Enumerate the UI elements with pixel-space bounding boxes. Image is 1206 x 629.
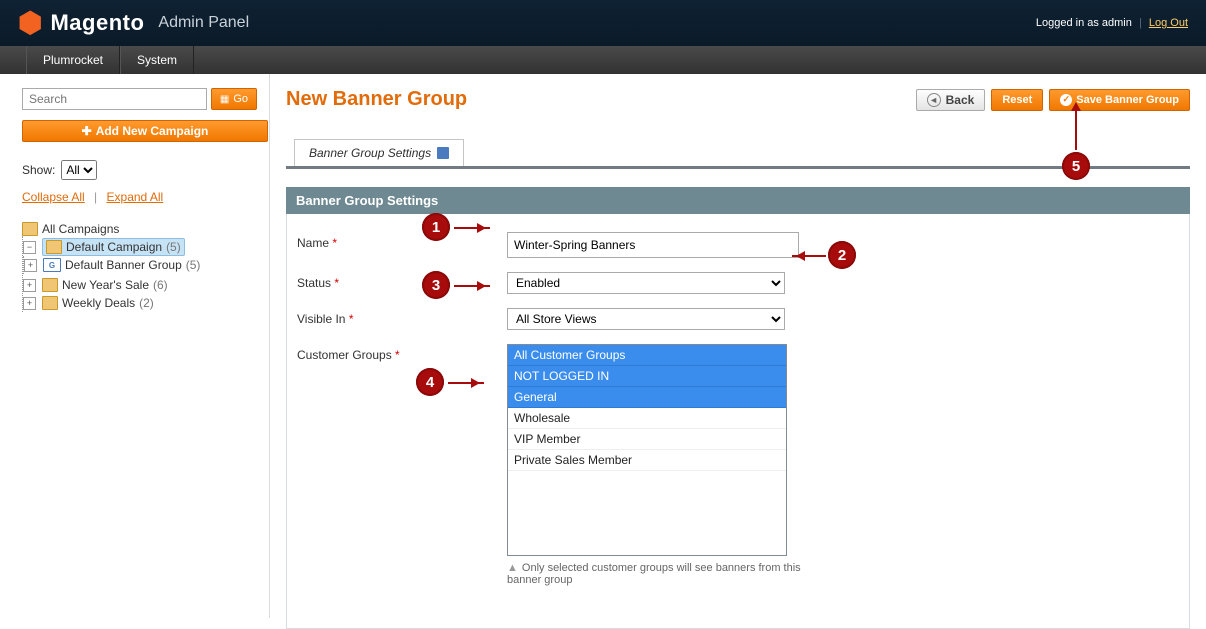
group-option[interactable]: VIP Member (508, 429, 786, 450)
magento-icon: ⬢ (18, 9, 42, 37)
add-campaign-button[interactable]: ✚ Add New Campaign (22, 120, 268, 142)
tabs: Banner Group Settings (286, 139, 1190, 169)
tree-item-default-campaign[interactable]: − Default Campaign (5) (23, 238, 257, 256)
annotation-arrow-1 (454, 227, 490, 229)
collapse-toggle-icon[interactable]: − (23, 241, 36, 254)
sidebar: ▦ Go ✚ Add New Campaign Show: All Collap… (0, 74, 270, 618)
tree-item-label: Default Campaign (66, 240, 162, 254)
expand-toggle-icon[interactable]: + (23, 279, 36, 292)
tree-item-count: (5) (186, 258, 201, 272)
show-label: Show: (22, 163, 55, 177)
tree-item-new-years-sale[interactable]: + New Year's Sale (6) (23, 278, 257, 292)
annotation-badge-4: 4 (416, 368, 444, 396)
go-label: Go (233, 93, 248, 105)
triangle-icon: ▲ (507, 562, 518, 574)
name-input[interactable] (507, 232, 799, 258)
annotation-arrow-2 (792, 255, 826, 257)
tree-item-label: New Year's Sale (62, 278, 149, 292)
visible-in-label: Visible In * (297, 308, 507, 330)
folder-icon (22, 222, 38, 236)
plus-icon: ✚ (82, 124, 92, 138)
separator: | (1139, 17, 1142, 29)
back-label: Back (946, 93, 975, 107)
group-option[interactable]: All Customer Groups (508, 345, 786, 366)
folder-icon (42, 296, 58, 310)
group-option[interactable]: Wholesale (508, 408, 786, 429)
tree-root[interactable]: All Campaigns (22, 222, 257, 236)
name-label: Name * (297, 232, 507, 258)
add-campaign-label: Add New Campaign (96, 124, 209, 138)
show-select[interactable]: All (61, 160, 97, 180)
tab-banner-group-settings[interactable]: Banner Group Settings (294, 139, 464, 166)
annotation-badge-2: 2 (828, 241, 856, 269)
status-select[interactable]: Enabled (507, 272, 785, 294)
tree-item-weekly-deals[interactable]: + Weekly Deals (2) (23, 296, 257, 310)
tab-label: Banner Group Settings (309, 146, 431, 160)
campaign-tree: All Campaigns − Default Campaign (5) (22, 220, 257, 314)
nav-item-plumrocket[interactable]: Plumrocket (26, 46, 120, 74)
visible-in-select[interactable]: All Store Views (507, 308, 785, 330)
annotation-arrow-3 (454, 285, 490, 287)
save-label: Save Banner Group (1076, 94, 1179, 106)
annotation-badge-1: 1 (422, 213, 450, 241)
collapse-all-link[interactable]: Collapse All (22, 190, 85, 204)
expand-toggle-icon[interactable]: + (24, 259, 37, 272)
section-body: Name * Status * Enabled Visible In * All… (286, 214, 1190, 629)
go-button[interactable]: ▦ Go (211, 88, 257, 110)
group-icon: G (43, 258, 61, 272)
tree-item-count: (6) (153, 278, 168, 292)
annotation-arrow-5 (1075, 106, 1077, 150)
main-content: New Banner Group ◄ Back Reset ✓ Save Ban… (270, 74, 1206, 618)
expand-all-link[interactable]: Expand All (107, 190, 164, 204)
folder-icon (46, 240, 62, 254)
brand-name: Magento (50, 10, 144, 36)
reset-button[interactable]: Reset (991, 89, 1043, 111)
tree-item-default-banner-group[interactable]: + G Default Banner Group (5) (24, 258, 257, 272)
status-label: Status * (297, 272, 507, 294)
nav-item-system[interactable]: System (120, 46, 194, 74)
admin-header: ⬢ Magento Admin Panel Logged in as admin… (0, 0, 1206, 46)
tree-item-count: (5) (166, 240, 181, 254)
annotation-badge-5: 5 (1062, 152, 1090, 180)
customer-groups-hint: ▲Only selected customer groups will see … (507, 562, 807, 586)
group-option[interactable]: NOT LOGGED IN (508, 366, 786, 387)
main-nav: Plumrocket System (0, 46, 1206, 74)
separator: | (94, 190, 97, 204)
brand-sub: Admin Panel (158, 14, 249, 32)
logged-in-text: Logged in as admin (1036, 17, 1132, 29)
header-right: Logged in as admin | Log Out (1036, 17, 1188, 29)
calendar-icon: ▦ (220, 94, 229, 105)
page-title: New Banner Group (286, 88, 467, 111)
folder-icon (42, 278, 58, 292)
logo: ⬢ Magento Admin Panel (18, 9, 249, 37)
search-input[interactable] (22, 88, 207, 110)
group-option[interactable]: Private Sales Member (508, 450, 786, 471)
annotation-badge-3: 3 (422, 271, 450, 299)
expand-toggle-icon[interactable]: + (23, 297, 36, 310)
tree-item-count: (2) (139, 296, 154, 310)
back-icon: ◄ (927, 93, 941, 107)
customer-groups-multiselect[interactable]: All Customer Groups NOT LOGGED IN Genera… (507, 344, 787, 556)
disk-icon (437, 147, 449, 159)
back-button[interactable]: ◄ Back (916, 89, 986, 111)
annotation-arrow-4 (448, 382, 484, 384)
tree-item-label: Default Banner Group (65, 258, 182, 272)
section-heading: Banner Group Settings (286, 187, 1190, 214)
tree-item-label: Weekly Deals (62, 296, 135, 310)
tree-root-label: All Campaigns (42, 222, 119, 236)
reset-label: Reset (1002, 94, 1032, 106)
logout-link[interactable]: Log Out (1149, 17, 1188, 29)
group-option[interactable]: General (508, 387, 786, 408)
